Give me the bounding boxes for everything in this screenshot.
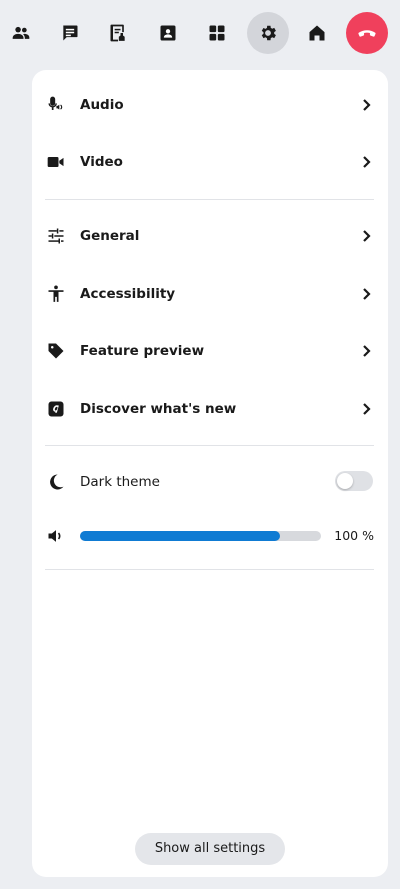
notes-icon [110,24,125,42]
contacts-button[interactable] [147,12,189,54]
menu-item-video[interactable]: Video [32,138,388,186]
chevron-right-icon [363,288,371,300]
volume-slider-fill [80,531,281,541]
dark-theme-row: Dark theme [32,464,388,500]
chevron-right-icon [363,230,371,242]
menu-item-label: Accessibility [80,286,176,302]
chevron-right-icon [363,99,371,111]
gear-icon [261,25,276,41]
moon-icon [50,474,64,490]
menu-item-label: Feature preview [80,343,205,359]
volume-slider[interactable] [80,531,321,541]
discover-icon [48,401,64,417]
menu-item-label: General [80,228,140,244]
accessibility-icon [48,285,64,302]
menu-item-discover[interactable]: Discover what's new [32,385,388,433]
speaker-icon [48,530,61,542]
chevron-right-icon [363,403,371,415]
menu-item-audio[interactable]: Audio [32,81,388,129]
toggle-knob [337,473,353,489]
chat-button[interactable] [49,12,91,54]
tag-icon [48,343,64,359]
menu-item-accessibility[interactable]: Accessibility [32,270,388,318]
apps-button[interactable] [196,12,238,54]
sliders-icon [48,228,64,244]
chevron-right-icon [363,156,371,168]
home-button[interactable] [296,12,338,54]
dark-theme-label: Dark theme [80,474,160,490]
chevron-right-icon [363,345,371,357]
divider [45,569,374,570]
people-icon [12,26,30,39]
chat-icon [63,25,78,41]
menu-item-label: Audio [80,97,124,113]
apps-grid-icon [209,25,225,41]
menu-item-feature-preview[interactable]: Feature preview [32,327,388,375]
settings-panel: Audio Video General Accessibility Featur… [32,70,388,877]
menu-item-label: Discover what's new [80,401,237,417]
settings-button[interactable] [247,12,289,54]
microphone-icon [48,96,63,110]
video-camera-icon [47,157,64,167]
top-toolbar [0,12,400,56]
divider [45,445,374,446]
people-button[interactable] [0,12,42,54]
menu-item-general[interactable]: General [32,212,388,260]
volume-value: 100 % [334,528,374,543]
show-all-settings-button[interactable]: Show all settings [135,833,285,865]
menu-item-label: Video [80,154,123,170]
notes-button[interactable] [97,12,139,54]
phone-hangup-icon [358,30,376,37]
contact-card-icon [160,25,176,41]
dark-theme-toggle[interactable] [335,471,373,491]
volume-row: 100 % [32,518,388,554]
hang-up-button[interactable] [346,12,388,54]
divider [45,199,374,200]
home-icon [309,25,325,41]
